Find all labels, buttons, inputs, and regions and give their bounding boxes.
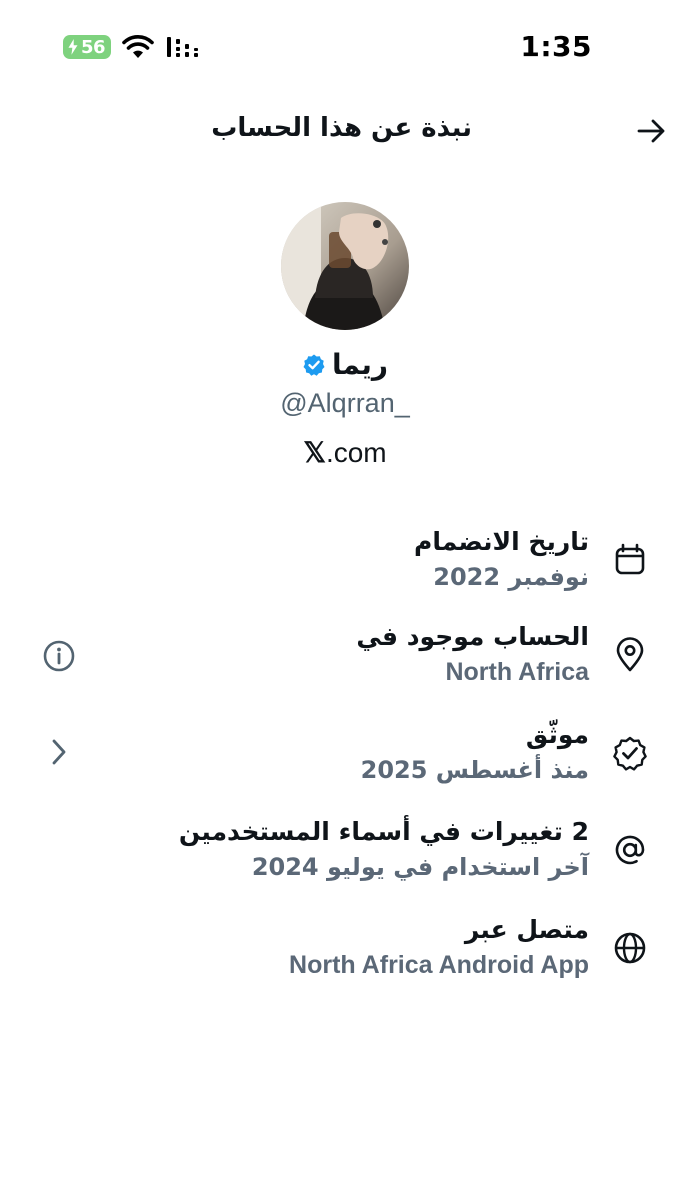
cellular-signal-icon <box>167 37 198 57</box>
info-subtitle: نوفمبر 2022 <box>433 563 589 591</box>
info-row-location: الحساب موجود في North Africa <box>0 617 690 697</box>
verified-check-icon <box>613 736 647 771</box>
at-sign-icon <box>615 835 645 865</box>
arrow-icon <box>637 119 665 143</box>
info-subtitle: North Africa Android App <box>289 951 589 979</box>
profile-name-row: ريما <box>0 348 690 381</box>
info-subtitle: منذ أغسطس 2025 <box>360 756 589 784</box>
info-title: متصل عبر <box>464 915 589 944</box>
verified-badge-icon <box>303 354 325 376</box>
info-title: الحساب موجود في <box>356 622 589 651</box>
x-logo: 𝕏 <box>303 438 326 469</box>
info-row-connected-via: متصل عبر North Africa Android App <box>0 912 690 992</box>
battery-level: 56 <box>80 36 106 58</box>
avatar-photo <box>281 202 409 330</box>
wifi-icon <box>122 35 154 58</box>
info-title: موثّق <box>525 720 589 749</box>
domain-suffix: .com <box>325 437 387 468</box>
back-button[interactable] <box>633 113 669 149</box>
info-subtitle: North Africa <box>445 658 589 686</box>
globe-icon <box>614 932 646 964</box>
page-title: نبذة عن هذا الحساب <box>211 113 472 143</box>
profile-domain: 𝕏.com <box>0 436 690 470</box>
verified-details-button[interactable] <box>40 733 78 771</box>
calendar-icon <box>615 543 645 575</box>
battery-indicator: 56 <box>63 35 111 59</box>
info-title: 2 تغييرات في أسماء المستخدمين <box>178 817 589 846</box>
info-subtitle: آخر استخدام في يوليو 2024 <box>251 853 589 881</box>
info-icon <box>43 640 75 672</box>
avatar[interactable] <box>281 202 409 330</box>
charging-bolt-icon <box>67 38 79 56</box>
display-name: ريما <box>332 348 388 381</box>
location-info-button[interactable] <box>40 637 78 675</box>
info-row-joined: تاريخ الانضمام نوفمبر 2022 <box>0 522 690 602</box>
info-row-verified[interactable]: موثّق منذ أغسطس 2025 <box>0 715 690 795</box>
location-pin-icon <box>616 637 644 672</box>
status-bar: 56 1:35 <box>0 0 690 92</box>
username-handle: @Alqrran_ <box>280 388 410 418</box>
info-row-username-changes: 2 تغييرات في أسماء المستخدمين آخر استخدا… <box>0 814 690 894</box>
chevron-icon <box>52 739 66 765</box>
info-title: تاريخ الانضمام <box>414 527 589 556</box>
status-time: 1:35 <box>520 30 592 63</box>
